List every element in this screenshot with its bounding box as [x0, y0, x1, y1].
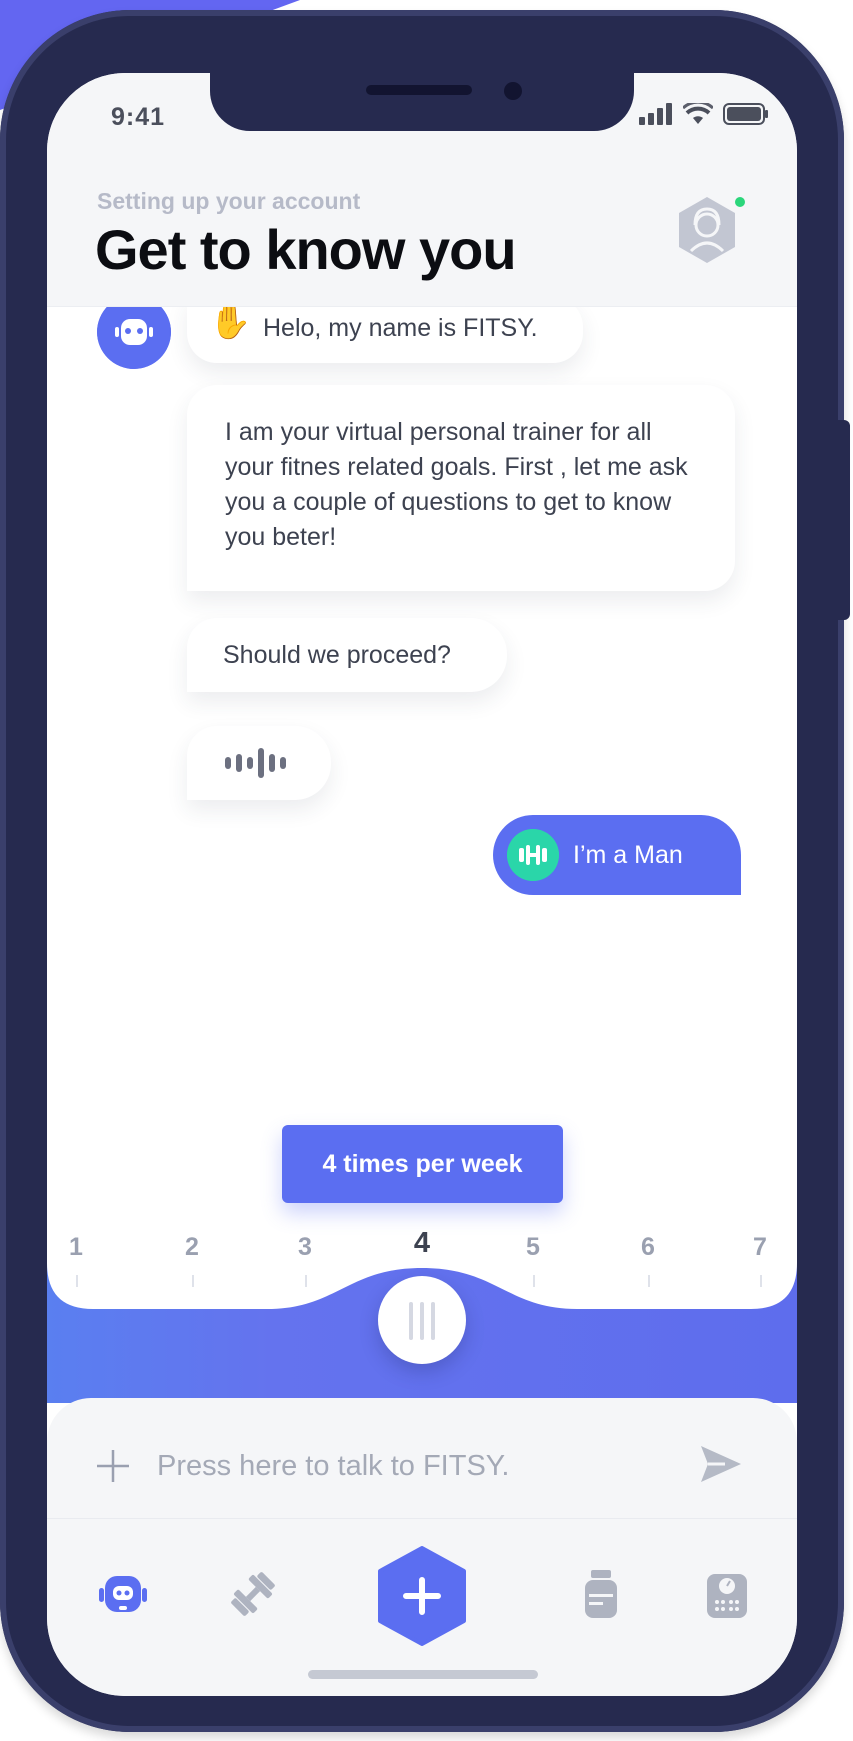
page-title: Get to know you: [95, 218, 517, 281]
user-reply-text: I’m a Man: [573, 841, 683, 869]
scale-label-2[interactable]: 2: [177, 1233, 207, 1262]
scale-label-4[interactable]: 4: [407, 1227, 437, 1260]
wifi-icon: [683, 103, 713, 124]
bot-message-text: Helo, my name is FITSY.: [263, 314, 538, 342]
online-status-dot: [733, 195, 747, 209]
tab-robot-icon[interactable]: [95, 1566, 151, 1622]
page-header: Setting up your account Get to know you: [47, 173, 797, 307]
profile-avatar-icon[interactable]: [675, 195, 739, 265]
page-subtitle: Setting up your account: [97, 188, 361, 214]
tab-supplement-icon[interactable]: [573, 1566, 629, 1622]
handle-grip-line: [431, 1302, 435, 1340]
bot-message-bubble: I am your virtual personal trainer for a…: [187, 385, 735, 591]
add-workout-button[interactable]: [376, 1546, 468, 1646]
bot-message-text: Should we proceed?: [223, 641, 451, 669]
app-screen: 9:41 Setting up your account Get to know…: [47, 73, 797, 1696]
status-time: 9:41: [111, 103, 166, 131]
waving-hand-icon: ✋: [209, 303, 252, 341]
handle-grip-line: [409, 1302, 413, 1340]
message-composer: [47, 1398, 797, 1696]
bot-message-bubble: Should we proceed?: [187, 618, 507, 692]
scale-label-1[interactable]: 1: [61, 1233, 91, 1262]
signal-icon: [639, 103, 672, 125]
voice-wave-icon: [225, 748, 286, 778]
tab-scale-icon[interactable]: [699, 1566, 755, 1622]
typing-indicator-bubble: [187, 726, 331, 800]
divider: [47, 1518, 797, 1519]
battery-icon: [723, 103, 768, 125]
chat-thread: ✋ Helo, my name is FITSY. I am your virt…: [47, 295, 797, 1167]
phone-frame: 9:41 Setting up your account Get to know…: [0, 10, 850, 1732]
bot-message-text: I am your virtual personal trainer for a…: [225, 418, 688, 551]
tab-dumbbell-icon[interactable]: [225, 1566, 281, 1622]
scale-label-3[interactable]: 3: [290, 1233, 320, 1262]
user-reply-bubble: I’m a Man: [493, 815, 741, 895]
scale-label-6[interactable]: 6: [633, 1233, 663, 1262]
device-notch: [210, 73, 634, 131]
handle-grip-line: [420, 1302, 424, 1340]
chat-message-input[interactable]: [157, 1434, 597, 1498]
scale-label-5[interactable]: 5: [518, 1233, 548, 1262]
scale-label-7[interactable]: 7: [745, 1233, 775, 1262]
dumbbell-icon: [507, 829, 559, 881]
phone-side-button: [838, 420, 850, 620]
notch-speaker: [366, 85, 472, 95]
slider-value-tooltip: 4 times per week: [282, 1125, 563, 1203]
slider-handle[interactable]: [378, 1276, 466, 1364]
send-icon[interactable]: [699, 1444, 743, 1484]
plus-icon[interactable]: [95, 1448, 131, 1484]
status-icons: [639, 103, 769, 125]
home-indicator[interactable]: [308, 1670, 538, 1679]
notch-camera: [504, 82, 522, 100]
